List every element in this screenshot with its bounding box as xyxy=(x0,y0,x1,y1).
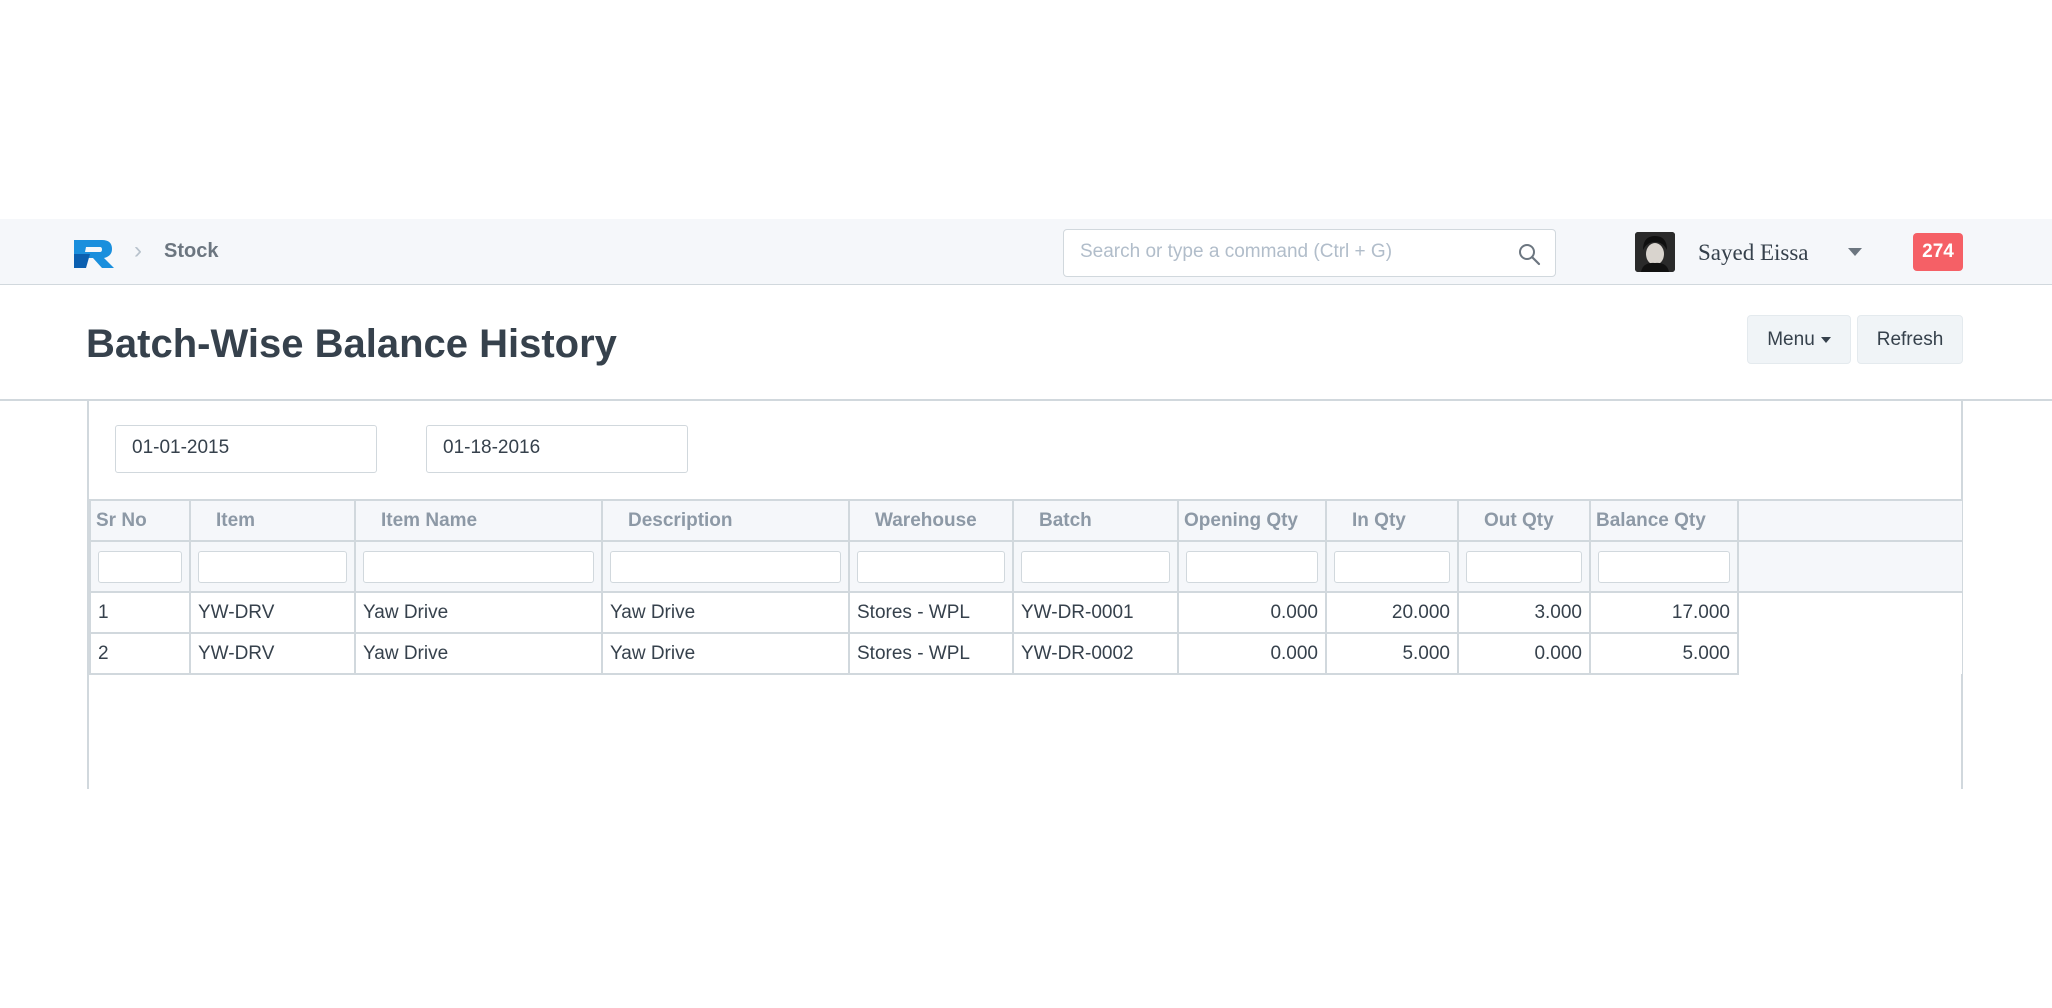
cell-opening-qty[interactable]: 0.000 xyxy=(1177,632,1327,675)
row-filler xyxy=(1738,633,1962,674)
column-header[interactable]: In Qty xyxy=(1325,499,1459,542)
column-filter-input[interactable] xyxy=(363,550,594,583)
breadcrumb-stock[interactable]: Stock xyxy=(164,240,218,263)
column-filter-input[interactable] xyxy=(610,550,841,583)
column-filter-input[interactable] xyxy=(1186,550,1318,583)
filter-row xyxy=(89,540,1962,593)
column-header[interactable]: Item Name xyxy=(354,499,603,542)
from-date-input[interactable] xyxy=(116,426,372,470)
search-box[interactable] xyxy=(1063,229,1556,277)
cell-balance-qty[interactable]: 5.000 xyxy=(1589,632,1739,675)
navbar: › Stock Sayed Eissa 274 xyxy=(0,219,2052,285)
user-name[interactable]: Sayed Eissa xyxy=(1698,240,1809,266)
avatar[interactable] xyxy=(1635,232,1675,272)
cell-item-name[interactable]: Yaw Drive xyxy=(354,591,603,634)
filter-cell xyxy=(189,540,356,593)
cell-item[interactable]: YW-DRV xyxy=(189,591,356,634)
cell-in-qty[interactable]: 20.000 xyxy=(1325,591,1459,634)
column-filter-input[interactable] xyxy=(1334,550,1450,583)
filter-filler xyxy=(1738,540,1962,593)
menu-button[interactable]: Menu xyxy=(1747,315,1851,364)
cell-in-qty[interactable]: 5.000 xyxy=(1325,632,1459,675)
user-avatar-icon xyxy=(1635,232,1675,272)
filter-cell xyxy=(1457,540,1591,593)
report-panel: Sr No Item Item Name Description Warehou… xyxy=(87,401,1963,789)
column-filter-input[interactable] xyxy=(1466,550,1582,583)
cell-warehouse[interactable]: Stores - WPL xyxy=(848,632,1014,675)
column-header[interactable]: Balance Qty xyxy=(1589,499,1739,542)
cell-warehouse[interactable]: Stores - WPL xyxy=(848,591,1014,634)
filter-cell xyxy=(601,540,850,593)
search-icon[interactable] xyxy=(1517,242,1541,266)
cell-opening-qty[interactable]: 0.000 xyxy=(1177,591,1327,634)
column-filter-input[interactable] xyxy=(1021,550,1170,583)
filter-cell xyxy=(1589,540,1739,593)
report-table: Sr No Item Item Name Description Warehou… xyxy=(89,499,1962,675)
filter-cell xyxy=(1325,540,1459,593)
cell-sr-no[interactable]: 2 xyxy=(89,632,191,675)
to-date-input[interactable] xyxy=(427,426,683,470)
notification-badge[interactable]: 274 xyxy=(1913,233,1963,271)
menu-caret-icon xyxy=(1820,336,1831,343)
cell-out-qty[interactable]: 0.000 xyxy=(1457,632,1591,675)
column-filter-input[interactable] xyxy=(198,550,347,583)
filter-cell xyxy=(354,540,603,593)
column-header[interactable]: Opening Qty xyxy=(1177,499,1327,542)
column-filter-input[interactable] xyxy=(1598,550,1730,583)
breadcrumb-chevron-icon: › xyxy=(134,237,142,264)
page-title: Batch-Wise Balance History xyxy=(86,322,617,366)
filter-cell xyxy=(848,540,1014,593)
column-filter-input[interactable] xyxy=(98,550,182,583)
table-row[interactable]: 1 YW-DRV Yaw Drive Yaw Drive Stores - WP… xyxy=(89,591,1962,634)
cell-description[interactable]: Yaw Drive xyxy=(601,591,850,634)
cell-batch[interactable]: YW-DR-0002 xyxy=(1012,632,1179,675)
user-menu-caret-icon[interactable] xyxy=(1848,248,1862,256)
filter-cell xyxy=(1177,540,1327,593)
column-header[interactable]: Description xyxy=(601,499,850,542)
cell-out-qty[interactable]: 3.000 xyxy=(1457,591,1591,634)
refresh-button[interactable]: Refresh xyxy=(1857,315,1963,364)
page-header: Batch-Wise Balance History Menu Refresh xyxy=(0,286,2052,401)
cell-item[interactable]: YW-DRV xyxy=(189,632,356,675)
table-header-row: Sr No Item Item Name Description Warehou… xyxy=(89,499,1962,542)
cell-description[interactable]: Yaw Drive xyxy=(601,632,850,675)
column-header[interactable]: Out Qty xyxy=(1457,499,1591,542)
table-row[interactable]: 2 YW-DRV Yaw Drive Yaw Drive Stores - WP… xyxy=(89,632,1962,675)
column-header[interactable]: Batch xyxy=(1012,499,1179,542)
menu-button-label: Menu xyxy=(1767,329,1815,350)
cell-sr-no[interactable]: 1 xyxy=(89,591,191,634)
cell-item-name[interactable]: Yaw Drive xyxy=(354,632,603,675)
filter-cell xyxy=(89,540,191,593)
filter-cell xyxy=(1012,540,1179,593)
from-date-field[interactable] xyxy=(115,425,377,473)
column-header[interactable]: Item xyxy=(189,499,356,542)
cell-balance-qty[interactable]: 17.000 xyxy=(1589,591,1739,634)
column-filter-input[interactable] xyxy=(857,550,1005,583)
column-header[interactable]: Sr No xyxy=(89,499,191,542)
column-header[interactable]: Warehouse xyxy=(848,499,1014,542)
to-date-field[interactable] xyxy=(426,425,688,473)
header-filler xyxy=(1738,499,1962,542)
cell-batch[interactable]: YW-DR-0001 xyxy=(1012,591,1179,634)
row-filler xyxy=(1738,592,1962,633)
search-input[interactable] xyxy=(1064,230,1510,274)
app-logo-icon[interactable] xyxy=(72,238,116,270)
